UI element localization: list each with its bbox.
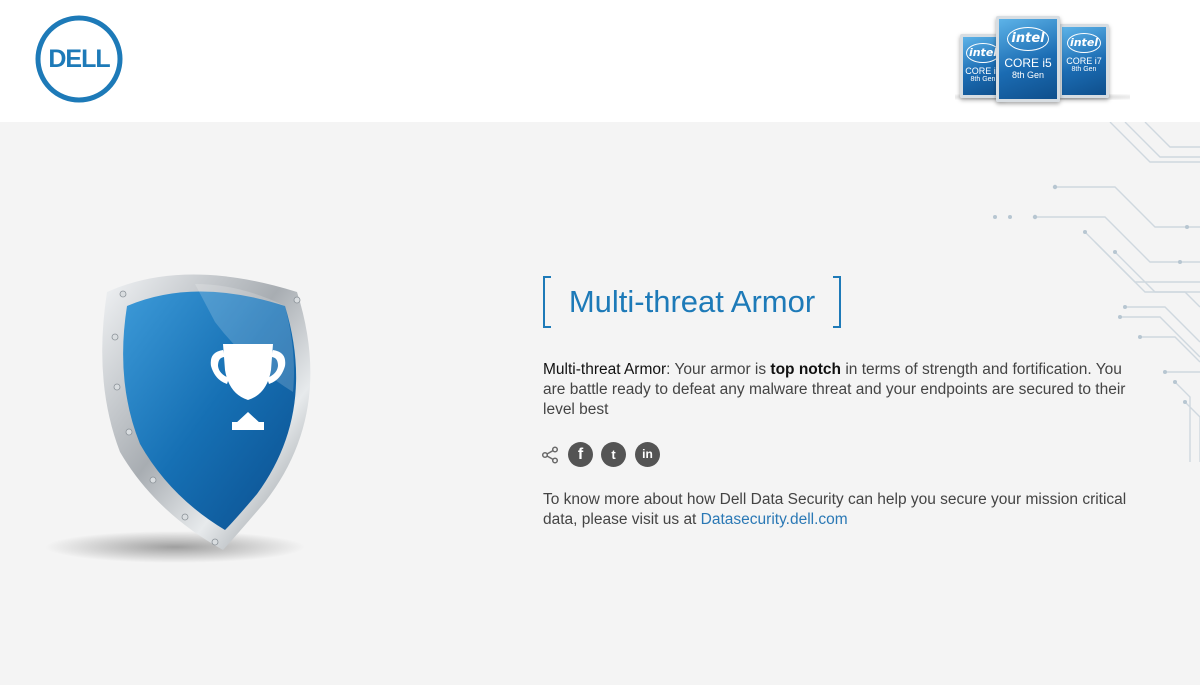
- gen-label: 8th Gen: [1011, 70, 1045, 80]
- description-lead: Multi-threat Armor: [543, 361, 667, 378]
- datasecurity-link[interactable]: Datasecurity.dell.com: [701, 511, 848, 528]
- section-title-frame: Multi-threat Armor: [543, 276, 841, 328]
- social-share-row: f t in: [541, 441, 671, 469]
- trophy-shield-icon: [45, 274, 311, 563]
- intel-core-badges: intel CORE i3 8th Gen intel CORE i7 8th …: [955, 12, 1130, 107]
- page-title: Multi-threat Armor: [568, 284, 816, 319]
- description-part1: : Your armor is: [666, 361, 771, 378]
- intel-core-i5-badge: intel CORE i5 8th Gen: [996, 16, 1060, 102]
- dell-logo[interactable]: DELL: [35, 15, 123, 103]
- intel-wordmark: intel: [1067, 33, 1101, 53]
- result-description: Multi-threat Armor: Your armor is top no…: [543, 360, 1143, 420]
- core-label: CORE i7: [1066, 56, 1102, 66]
- dell-logo-text: DELL: [48, 45, 110, 73]
- gen-label: 8th Gen: [1071, 66, 1097, 73]
- linkedin-share-button[interactable]: in: [635, 442, 660, 467]
- description-emphasis: top notch: [770, 361, 842, 378]
- intel-wordmark: intel: [966, 43, 1000, 63]
- intel-core-i7-badge: intel CORE i7 8th Gen: [1059, 24, 1109, 98]
- more-info-text: To know more about how Dell Data Securit…: [543, 490, 1143, 530]
- intel-wordmark: intel: [1007, 27, 1049, 51]
- core-label: CORE i5: [1004, 56, 1052, 70]
- share-icon[interactable]: [541, 446, 559, 464]
- page-header: DELL intel CORE i3 8th Gen intel CORE i7…: [0, 0, 1200, 122]
- facebook-share-button[interactable]: f: [568, 442, 593, 467]
- twitter-share-button[interactable]: t: [601, 442, 626, 467]
